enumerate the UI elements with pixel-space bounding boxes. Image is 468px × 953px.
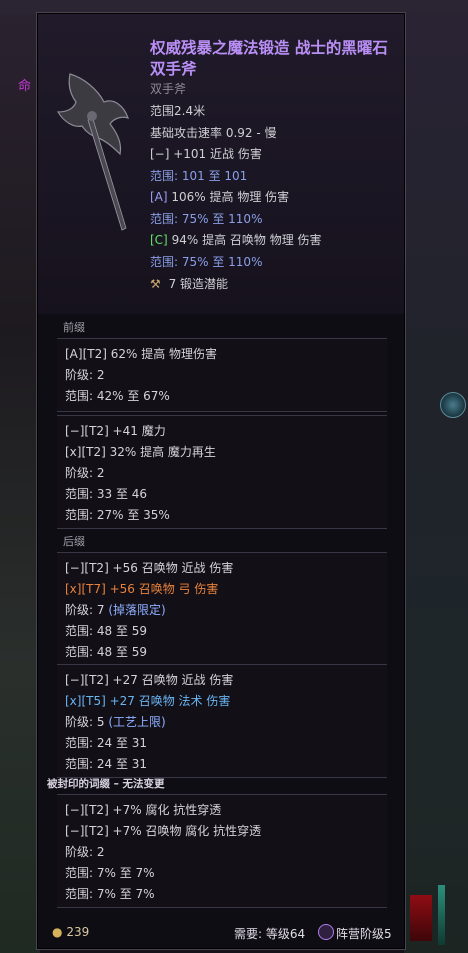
mana-bar <box>438 885 445 945</box>
item-type: 双手斧 <box>150 82 187 96</box>
suffix-label: 后缀 <box>63 535 85 548</box>
suffix-affix-1[interactable]: [−][T2] +56 召唤物 近战 伤害 [x][T7] +56 召唤物 弓 … <box>57 552 387 666</box>
prefix-label: 前缀 <box>63 321 85 334</box>
affix-line-secondary: [x][T5] +27 召唤物 法术 伤害 <box>65 694 231 708</box>
gold-amount: 239 <box>66 925 90 939</box>
forge-potential-text: 7 锻造潜能 <box>168 277 229 291</box>
game-background-left <box>0 0 40 953</box>
obsidian-axe-icon <box>56 73 129 231</box>
affix-line: [−][T2] +27 召唤物 近战 伤害 <box>65 673 234 687</box>
item-title: 权威残暴之魔法锻造 战士的黑曜石双手斧 <box>150 39 388 78</box>
affix-line-secondary: [x][T2] 32% 提高 魔力再生 <box>65 445 216 459</box>
affix-tier: 阶级: 2 <box>65 466 105 480</box>
implicit-2-tag: [A] <box>150 190 168 204</box>
affix-range-secondary: 范围: 24 至 31 <box>65 757 148 771</box>
anvil-icon: ⚒ <box>150 277 161 291</box>
level-requirement: 需要: 等级64 <box>234 927 306 941</box>
affix-range: 范围: 48 至 59 <box>65 624 148 638</box>
affix-tier: 阶级: 2 <box>65 845 105 859</box>
affix-tier-note: (掉落限定) <box>108 603 166 617</box>
health-orb <box>410 895 432 941</box>
tooltip-footer: ● 239 需要: 等级64 阵营阶级5 <box>38 913 404 947</box>
affix-tier: 阶级: 2 <box>65 368 105 382</box>
affix-range: 范围: 7% 至 7% <box>65 866 155 880</box>
affix-tier-value: 阶级: 7 <box>65 603 105 617</box>
affix-tier: 阶级: 7 (掉落限定) <box>65 601 166 618</box>
affix-range: 范围: 24 至 31 <box>65 736 148 750</box>
affix-range: 范围: 33 至 46 <box>65 487 148 501</box>
prefix-affix-1[interactable]: [A][T2] 62% 提高 物理伤害 阶级: 2 范围: 42% 至 67% <box>57 338 387 412</box>
affix-range-secondary: 范围: 27% 至 35% <box>65 508 170 522</box>
implicit-3-tag: [C] <box>150 233 168 247</box>
tooltip-header: 权威残暴之魔法锻造 战士的黑曜石双手斧 双手斧 范围2.4米 基础攻击速率 0.… <box>38 14 404 314</box>
affix-line: [A][T2] 62% 提高 物理伤害 <box>65 347 218 361</box>
affix-range: 范围: 42% 至 67% <box>65 389 170 403</box>
affix-range-secondary: 范围: 48 至 59 <box>65 645 148 659</box>
item-attack-speed: 基础攻击速率 0.92 - 慢 <box>150 126 277 140</box>
implicit-3: [C] 94% 提高 召唤物 物理 伤害 <box>150 231 322 248</box>
faction-icon <box>318 924 334 940</box>
sealed-affix[interactable]: [−][T2] +7% 腐化 抗性穿透 [−][T2] +7% 召唤物 腐化 抗… <box>57 794 387 908</box>
forge-potential: ⚒ 7 锻造潜能 <box>150 275 228 292</box>
implicit-2-text: 106% 提高 物理 伤害 <box>171 190 290 204</box>
affix-line: [−][T2] +41 魔力 <box>65 424 166 438</box>
suffix-affix-2[interactable]: [−][T2] +27 召唤物 近战 伤害 [x][T5] +27 召唤物 法术… <box>57 664 387 778</box>
faction-requirement: 阵营阶级5 <box>336 927 392 941</box>
implicit-3-text: 94% 提高 召唤物 物理 伤害 <box>171 233 322 247</box>
affix-line: [−][T2] +56 召唤物 近战 伤害 <box>65 561 234 575</box>
affix-tier-note: (工艺上限) <box>108 715 166 729</box>
game-background-right <box>404 0 468 953</box>
implicit-2-range: 范围: 75% 至 110% <box>150 212 263 226</box>
sealed-affix-label: 被封印的词缀 – 无法变更 <box>47 778 165 790</box>
gold-coin-icon: ● <box>52 925 63 939</box>
affix-line-secondary: [−][T2] +7% 召唤物 腐化 抗性穿透 <box>65 824 262 838</box>
implicit-1: [−] +101 近战 伤害 <box>150 147 262 161</box>
affix-line: [−][T2] +7% 腐化 抗性穿透 <box>65 803 222 817</box>
gold-value: ● 239 <box>52 925 89 939</box>
affix-range-secondary: 范围: 7% 至 7% <box>65 887 155 901</box>
affix-tier-value: 阶级: 5 <box>65 715 105 729</box>
prefix-affix-2[interactable]: [−][T2] +41 魔力 [x][T2] 32% 提高 魔力再生 阶级: 2… <box>57 415 387 529</box>
implicit-1-range: 范围: 101 至 101 <box>150 169 248 183</box>
item-tooltip: 权威残暴之魔法锻造 战士的黑曜石双手斧 双手斧 范围2.4米 基础攻击速率 0.… <box>36 12 406 950</box>
affix-line-secondary: [x][T7] +56 召唤物 弓 伤害 <box>65 582 219 596</box>
edge-fragment: 命 <box>18 79 32 94</box>
implicit-3-range: 范围: 75% 至 110% <box>150 255 263 269</box>
affix-tier: 阶级: 5 (工艺上限) <box>65 713 166 730</box>
item-range: 范围2.4米 <box>150 104 206 118</box>
implicit-2: [A] 106% 提高 物理 伤害 <box>150 188 289 205</box>
compass-icon[interactable] <box>440 392 466 418</box>
